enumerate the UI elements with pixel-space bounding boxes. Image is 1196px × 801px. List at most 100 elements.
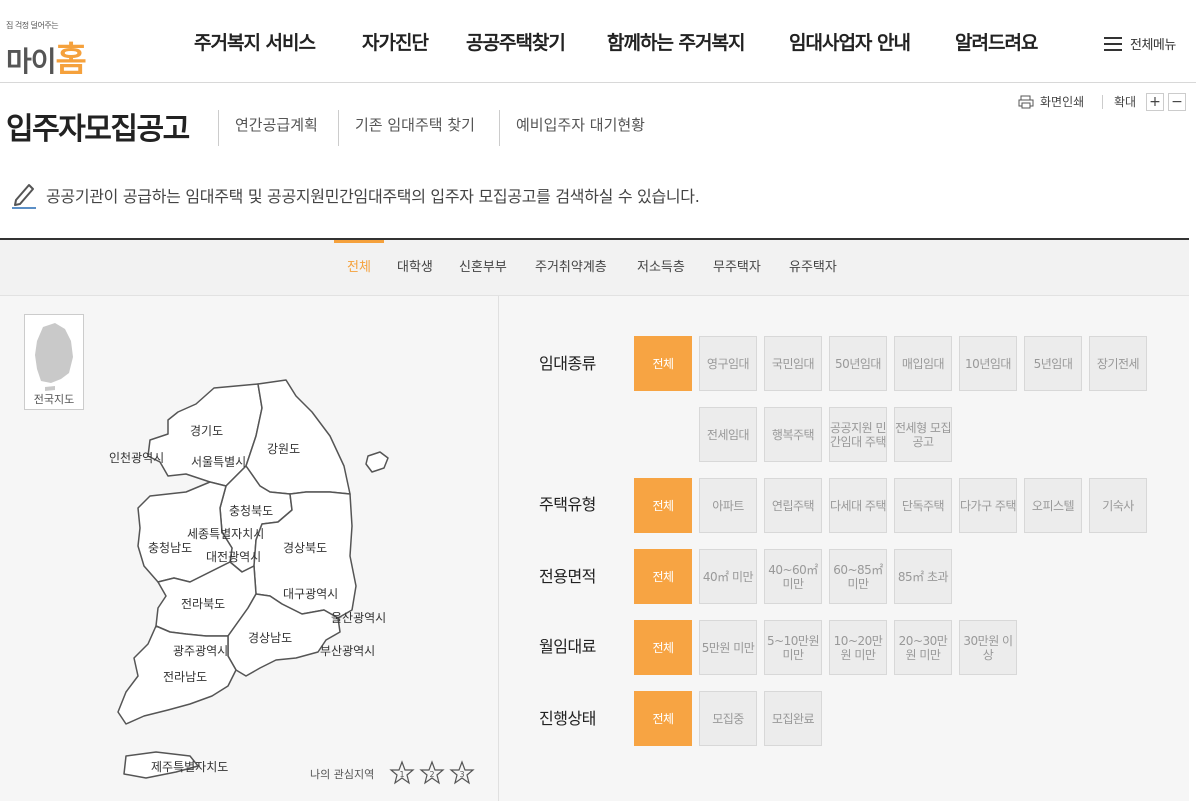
housing-type-option[interactable]: 단독주택 — [894, 478, 952, 533]
print-label: 화면인쇄 — [1040, 95, 1085, 109]
gnb-self-diagnosis[interactable]: 자가진단 — [362, 28, 429, 55]
rental-type-option[interactable]: 영구임대 — [699, 336, 757, 391]
gnb-notices[interactable]: 알려드려요 — [955, 28, 1038, 55]
sub-link-existing-rental[interactable]: 기존 임대주택 찾기 — [338, 110, 475, 146]
rent-option[interactable]: 5만원 미만 — [699, 620, 757, 675]
filter-label-status: 진행상태 — [539, 709, 596, 728]
status-option-all[interactable]: 전체 — [634, 691, 692, 746]
tools-divider — [1102, 95, 1103, 109]
sub-link-waiting-status[interactable]: 예비입주자 대기현황 — [499, 110, 645, 146]
zoom-out-button[interactable]: − — [1168, 93, 1186, 111]
favorite-star-2[interactable]: 2 — [419, 760, 445, 786]
housing-type-option[interactable]: 다세대 주택 — [829, 478, 887, 533]
region-map-panel: 전국지도 경기도 인천광역시 서울특별시 강원도 충청북도 세종특별자치시 충청… — [0, 296, 499, 801]
region-gwangju[interactable]: 광주광역시 — [173, 642, 228, 659]
all-menu-button[interactable]: 전체메뉴 — [1104, 34, 1176, 53]
rent-option[interactable]: 10~20만원 미만 — [829, 620, 887, 675]
zoom-label: 확대 — [1114, 95, 1137, 109]
tab-homeowner[interactable]: 유주택자 — [789, 240, 837, 295]
region-shape-gangwon — [245, 379, 351, 495]
logo-tagline: 집 걱정 덜어주는 — [6, 21, 59, 30]
logo-name-right: 홈 — [55, 40, 87, 80]
rental-type-option[interactable]: 전세형 모집공고 — [894, 407, 952, 462]
region-jeonnam[interactable]: 전라남도 — [163, 668, 207, 685]
filter-panel: 임대종류 전체 영구임대 국민임대 50년임대 매입임대 10년임대 5년임대 … — [499, 296, 1189, 801]
rent-option-all[interactable]: 전체 — [634, 620, 692, 675]
rental-type-option-all[interactable]: 전체 — [634, 336, 692, 391]
tab-university[interactable]: 대학생 — [397, 240, 433, 295]
rental-type-option[interactable]: 국민임대 — [764, 336, 822, 391]
rent-option[interactable]: 30만원 이상 — [959, 620, 1017, 675]
tab-low-income[interactable]: 저소득층 — [637, 240, 685, 295]
region-sejong[interactable]: 세종특별자치시 — [187, 525, 264, 542]
tab-all[interactable]: 전체 — [334, 240, 384, 295]
status-option-closed[interactable]: 모집완료 — [764, 691, 822, 746]
status-option-recruiting[interactable]: 모집중 — [699, 691, 757, 746]
logo-name: 마이홈 — [6, 32, 87, 81]
region-chungbuk[interactable]: 충청북도 — [229, 502, 273, 519]
housing-type-option[interactable]: 오피스텔 — [1024, 478, 1082, 533]
tab-homeless[interactable]: 무주택자 — [713, 240, 761, 295]
zoom-in-button[interactable]: + — [1146, 93, 1164, 111]
rental-type-option[interactable]: 공공지원 민간임대 주택 — [829, 407, 887, 462]
housing-type-option[interactable]: 다가구 주택 — [959, 478, 1017, 533]
hamburger-icon — [1104, 36, 1122, 51]
housing-type-option[interactable]: 기숙사 — [1089, 478, 1147, 533]
all-menu-label: 전체메뉴 — [1130, 38, 1176, 53]
area-option[interactable]: 85㎡ 초과 — [894, 549, 952, 604]
site-header: 집 걱정 덜어주는 마이홈 주거복지 서비스 자가진단 공공주택찾기 함께하는 … — [0, 0, 1196, 83]
favorite-star-1[interactable]: 1 — [389, 760, 415, 786]
region-jeju[interactable]: 제주특별자치도 — [151, 758, 228, 775]
region-ulsan[interactable]: 울산광역시 — [331, 609, 386, 626]
area-option[interactable]: 40~60㎡ 미만 — [764, 549, 822, 604]
category-tabs: 전체 대학생 신혼부부 주거취약계층 저소득층 무주택자 유주택자 — [0, 240, 1189, 296]
filter-label-area: 전용면적 — [539, 567, 596, 586]
region-seoul[interactable]: 서울특별시 — [191, 453, 246, 470]
sub-link-annual-plan[interactable]: 연간공급계획 — [218, 110, 318, 146]
rental-type-option[interactable]: 매입임대 — [894, 336, 952, 391]
region-daegu[interactable]: 대구광역시 — [283, 585, 338, 602]
rental-type-option[interactable]: 10년임대 — [959, 336, 1017, 391]
rent-option[interactable]: 20~30만원 미만 — [894, 620, 952, 675]
housing-type-option[interactable]: 연립주택 — [764, 478, 822, 533]
area-option-all[interactable]: 전체 — [634, 549, 692, 604]
region-daejeon[interactable]: 대전광역시 — [206, 548, 261, 565]
gnb-together-welfare[interactable]: 함께하는 주거복지 — [607, 28, 745, 55]
gnb-public-housing-search[interactable]: 공공주택찾기 — [466, 28, 566, 55]
page-title: 입주자모집공고 — [6, 112, 190, 147]
site-logo[interactable]: 집 걱정 덜어주는 마이홈 — [6, 14, 116, 80]
logo-name-left: 마이 — [6, 45, 57, 78]
gnb-housing-welfare-service[interactable]: 주거복지 서비스 — [194, 28, 316, 55]
rental-type-option[interactable]: 50년임대 — [829, 336, 887, 391]
filter-label-rent: 월임대료 — [539, 637, 596, 656]
favorite-slot-3-number: 3 — [459, 770, 464, 779]
rental-type-option[interactable]: 행복주택 — [764, 407, 822, 462]
region-incheon[interactable]: 인천광역시 — [109, 449, 164, 466]
rental-type-option[interactable]: 장기전세 — [1089, 336, 1147, 391]
region-shape-ulleung — [365, 451, 389, 473]
rental-type-option[interactable]: 5년임대 — [1024, 336, 1082, 391]
favorite-slot-2-number: 2 — [429, 770, 434, 779]
filter-label-rental-type: 임대종류 — [539, 354, 596, 373]
tab-vulnerable[interactable]: 주거취약계층 — [535, 240, 607, 295]
region-gyeongnam[interactable]: 경상남도 — [248, 629, 292, 646]
page-description: 공공기관이 공급하는 임대주택 및 공공지원민간임대주택의 입주자 모집공고를 … — [10, 180, 700, 210]
rental-type-option[interactable]: 전세임대 — [699, 407, 757, 462]
region-gyeonggi[interactable]: 경기도 — [190, 422, 223, 439]
housing-type-option[interactable]: 아파트 — [699, 478, 757, 533]
area-option[interactable]: 60~85㎡ 미만 — [829, 549, 887, 604]
pencil-icon — [12, 184, 36, 209]
region-jeonbuk[interactable]: 전라북도 — [181, 595, 225, 612]
area-option[interactable]: 40㎡ 미만 — [699, 549, 757, 604]
tab-newlywed[interactable]: 신혼부부 — [459, 240, 507, 295]
region-busan[interactable]: 부산광역시 — [320, 642, 375, 659]
gnb-landlord-guide[interactable]: 임대사업자 안내 — [789, 28, 911, 55]
region-gangwon[interactable]: 강원도 — [267, 440, 300, 457]
rent-option[interactable]: 5~10만원 미만 — [764, 620, 822, 675]
housing-type-option-all[interactable]: 전체 — [634, 478, 692, 533]
filter-label-housing-type: 주택유형 — [539, 495, 596, 514]
region-gyeongbuk[interactable]: 경상북도 — [283, 539, 327, 556]
favorite-star-3[interactable]: 3 — [449, 760, 475, 786]
region-chungnam[interactable]: 충청남도 — [148, 539, 192, 556]
print-button[interactable]: 화면인쇄 — [1018, 93, 1084, 110]
